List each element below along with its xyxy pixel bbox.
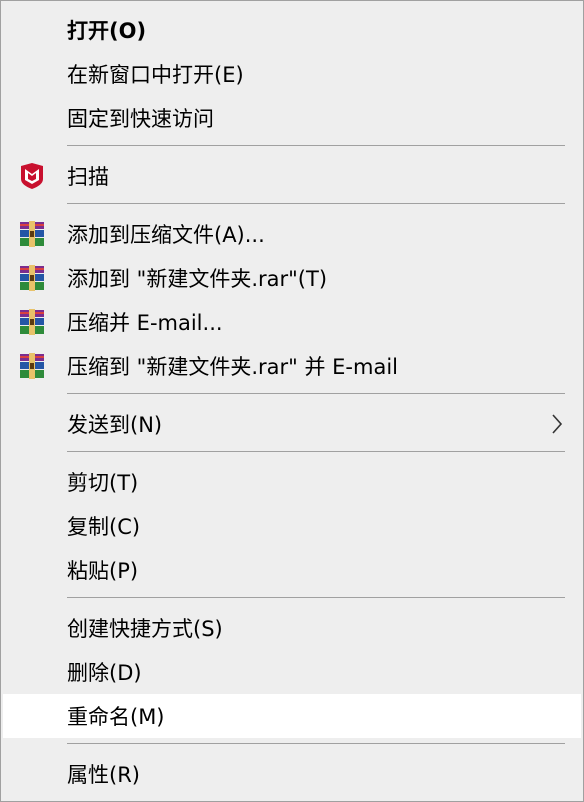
menu-item-add-to-archive[interactable]: 添加到压缩文件(A)...: [1, 212, 583, 256]
separator: [67, 145, 565, 146]
context-menu: 打开(O) 在新窗口中打开(E) 固定到快速访问 扫描 添加到压缩文件(A)..…: [0, 0, 584, 802]
menu-item-label: 剪切(T): [67, 471, 139, 495]
winrar-books-icon: [20, 353, 44, 379]
menu-item-paste[interactable]: 粘贴(P): [1, 548, 583, 592]
menu-item-label: 发送到(N): [67, 413, 163, 437]
menu-item-label: 创建快捷方式(S): [67, 617, 223, 641]
menu-item-label: 压缩到 "新建文件夹.rar" 并 E-mail: [67, 355, 398, 379]
menu-item-label: 删除(D): [67, 661, 142, 685]
separator: [67, 451, 565, 452]
menu-item-add-to-rar[interactable]: 添加到 "新建文件夹.rar"(T): [1, 256, 583, 300]
menu-item-pin-quick-access[interactable]: 固定到快速访问: [1, 96, 583, 140]
winrar-books-icon: [20, 221, 44, 247]
menu-item-rename[interactable]: 重命名(M): [3, 694, 581, 738]
menu-item-label: 属性(R): [67, 763, 140, 787]
menu-item-compress-rar-email[interactable]: 压缩到 "新建文件夹.rar" 并 E-mail: [1, 344, 583, 388]
menu-item-label: 扫描: [67, 165, 109, 189]
chevron-right-icon: [552, 414, 563, 434]
separator: [67, 393, 565, 394]
mcafee-shield-icon: [21, 163, 43, 189]
menu-item-label: 粘贴(P): [67, 559, 139, 583]
menu-item-open[interactable]: 打开(O): [1, 8, 583, 52]
menu-item-copy[interactable]: 复制(C): [1, 504, 583, 548]
menu-item-label: 复制(C): [67, 515, 141, 539]
menu-item-open-new-window[interactable]: 在新窗口中打开(E): [1, 52, 583, 96]
separator: [67, 743, 565, 744]
menu-item-label: 固定到快速访问: [67, 107, 214, 131]
menu-item-label: 压缩并 E-mail...: [67, 311, 223, 335]
separator: [67, 597, 565, 598]
menu-item-label: 添加到压缩文件(A)...: [67, 223, 265, 247]
menu-item-delete[interactable]: 删除(D): [1, 650, 583, 694]
menu-item-create-shortcut[interactable]: 创建快捷方式(S): [1, 606, 583, 650]
menu-item-label: 在新窗口中打开(E): [67, 63, 244, 87]
menu-item-scan[interactable]: 扫描: [1, 154, 583, 198]
menu-item-label: 重命名(M): [67, 705, 165, 729]
menu-item-label: 打开(O): [67, 19, 147, 43]
menu-item-cut[interactable]: 剪切(T): [1, 460, 583, 504]
menu-item-label: 添加到 "新建文件夹.rar"(T): [67, 267, 328, 291]
menu-item-compress-email[interactable]: 压缩并 E-mail...: [1, 300, 583, 344]
menu-item-send-to[interactable]: 发送到(N): [1, 402, 583, 446]
menu-item-properties[interactable]: 属性(R): [1, 752, 583, 796]
winrar-books-icon: [20, 265, 44, 291]
winrar-books-icon: [20, 309, 44, 335]
separator: [67, 203, 565, 204]
